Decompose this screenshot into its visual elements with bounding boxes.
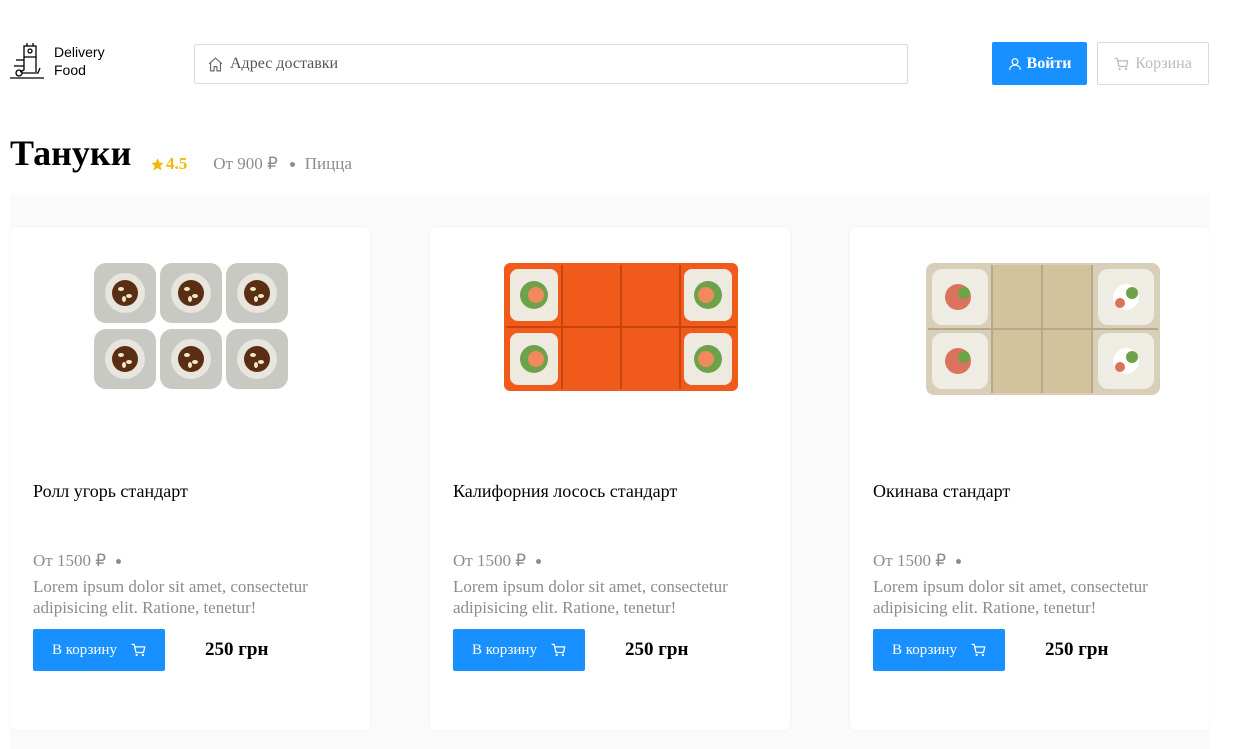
separator-dot (289, 161, 295, 167)
product-card: Ролл угорь стандарт От 1500 ₽ Lorem ipsu… (10, 227, 370, 730)
rating-value: 4.5 (166, 154, 188, 173)
restaurant-info: 4.5 От 900 ₽ Пицца (150, 154, 352, 174)
product-description: Lorem ipsum dolor sit amet, consectetur … (873, 577, 1148, 617)
eel-roll-image (94, 263, 288, 389)
add-to-cart-button[interactable]: В корзину (33, 629, 165, 671)
home-icon (208, 57, 223, 71)
product-description: Lorem ipsum dolor sit amet, consectetur … (33, 577, 308, 617)
product-description: Lorem ipsum dolor sit amet, consectetur … (453, 577, 728, 617)
address-input[interactable] (230, 55, 870, 73)
shopping-cart-icon (551, 643, 566, 657)
product-price-from: От 1500 ₽ (33, 551, 122, 571)
restaurant-title: Тануки (10, 133, 132, 173)
okinawa-roll-image (926, 263, 1160, 395)
product-title: Калифорния лосось стандарт (453, 481, 678, 501)
logo-text: Delivery Food (54, 43, 105, 79)
product-price-from: От 1500 ₽ (453, 551, 542, 571)
product-price-from: От 1500 ₽ (873, 551, 962, 571)
separator-dot (536, 558, 542, 564)
add-to-cart-button[interactable]: В корзину (873, 629, 1005, 671)
add-to-cart-label: В корзину (52, 641, 117, 658)
separator-dot (116, 558, 122, 564)
product-card: Окинава стандарт От 1500 ₽ Lorem ipsum d… (850, 227, 1210, 730)
product-title: Окинава стандарт (873, 481, 1011, 501)
logo[interactable]: Delivery Food (10, 42, 105, 80)
price-from-text: От 1500 ₽ (33, 551, 107, 570)
address-search[interactable] (194, 44, 908, 84)
shopping-cart-icon (971, 643, 986, 657)
star-icon (151, 157, 164, 170)
restaurant-price: От 900 ₽ (213, 154, 278, 173)
product-cost: 250 грн (625, 639, 689, 660)
california-salmon-roll-image (504, 263, 738, 391)
cart-button[interactable]: Корзина (1097, 42, 1209, 85)
logo-line-2: Food (54, 62, 86, 78)
login-label: Войти (1026, 54, 1072, 72)
product-cost: 250 грн (1045, 639, 1109, 660)
product-cost: 250 грн (205, 639, 269, 660)
add-to-cart-button[interactable]: В корзину (453, 629, 585, 671)
add-to-cart-label: В корзину (892, 641, 957, 658)
restaurant-category: Пицца (304, 154, 352, 173)
user-icon (1008, 57, 1021, 70)
header: Delivery Food Войти Корзина (0, 0, 1234, 120)
shopping-cart-icon (131, 643, 146, 657)
price-from-text: От 1500 ₽ (453, 551, 527, 570)
add-to-cart-label: В корзину (472, 641, 537, 658)
logo-line-1: Delivery (54, 44, 105, 60)
restaurant-rating: 4.5 (150, 154, 187, 174)
product-card: Калифорния лосось стандарт От 1500 ₽ Lor… (430, 227, 790, 730)
cart-label: Корзина (1135, 54, 1192, 72)
delivery-courier-icon (10, 43, 44, 79)
shopping-cart-icon (1114, 57, 1129, 70)
separator-dot (956, 558, 962, 564)
product-title: Ролл угорь стандарт (33, 481, 188, 501)
price-from-text: От 1500 ₽ (873, 551, 947, 570)
login-button[interactable]: Войти (992, 42, 1087, 85)
